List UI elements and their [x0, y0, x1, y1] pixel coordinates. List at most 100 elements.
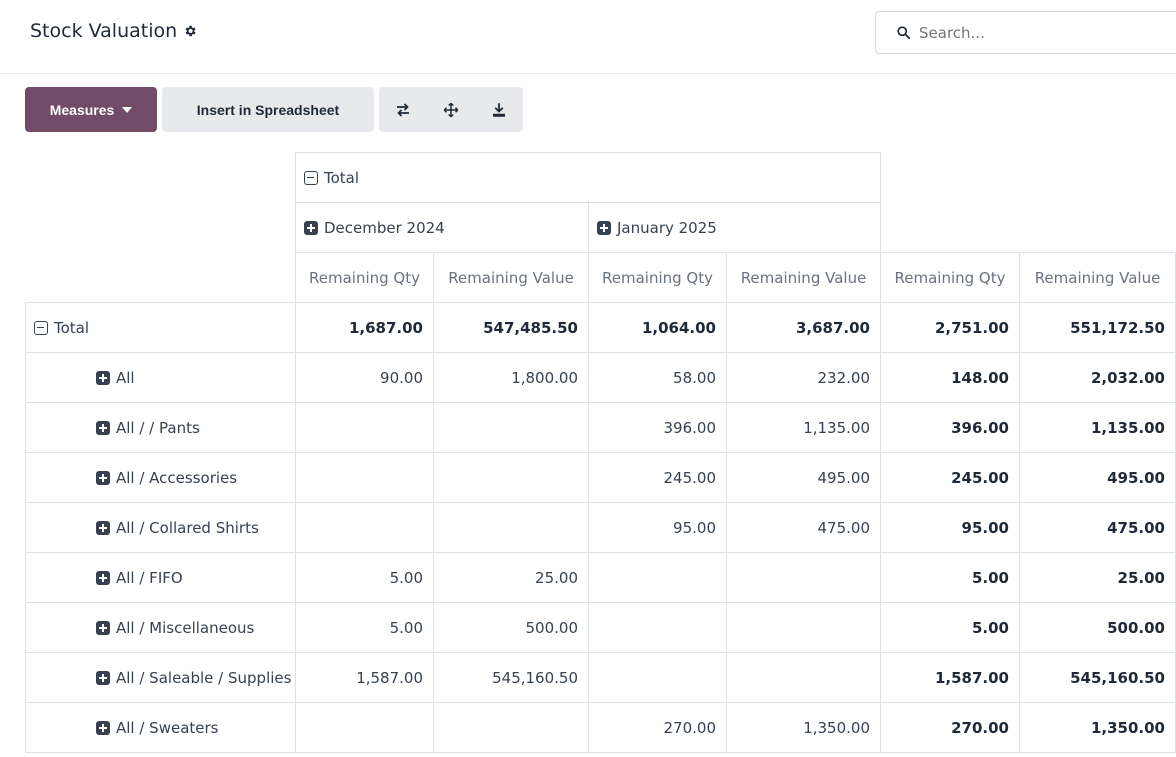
- row-header-label: All / FIFO: [116, 568, 183, 587]
- row-header-label: All / Sweaters: [116, 718, 219, 737]
- collapse-icon: [304, 170, 318, 185]
- expand-icon: [96, 520, 110, 535]
- expand-icon: [96, 420, 110, 435]
- pivot-cell[interactable]: 5.00: [880, 602, 1020, 653]
- pivot-cell[interactable]: 545,160.50: [1019, 652, 1176, 703]
- pivot-cell[interactable]: [295, 702, 434, 753]
- pivot-cell[interactable]: 245.00: [880, 452, 1020, 503]
- pivot-cell[interactable]: 1,800.00: [433, 352, 589, 403]
- pivot-cell[interactable]: 25.00: [1019, 552, 1176, 603]
- measure-header[interactable]: Remaining Qty: [880, 252, 1020, 303]
- search-input[interactable]: [919, 23, 1159, 42]
- col-header-total[interactable]: Total: [295, 152, 881, 203]
- pivot-cell[interactable]: 495.00: [726, 452, 881, 503]
- expand-all-button[interactable]: [427, 87, 475, 132]
- measure-header[interactable]: Remaining Value: [726, 252, 881, 303]
- pivot-cell[interactable]: [433, 402, 589, 453]
- measures-button[interactable]: Measures: [25, 87, 157, 132]
- col-header-december-2024[interactable]: December 2024: [295, 202, 589, 253]
- gear-icon[interactable]: [183, 24, 197, 38]
- download-button[interactable]: [475, 87, 523, 132]
- pivot-cell[interactable]: 396.00: [880, 402, 1020, 453]
- pivot-cell[interactable]: 396.00: [588, 402, 727, 453]
- pivot-cell[interactable]: 2,032.00: [1019, 352, 1176, 403]
- row-header-label: All / / Pants: [116, 418, 200, 437]
- measure-header[interactable]: Remaining Qty: [295, 252, 434, 303]
- pivot-cell[interactable]: 545,160.50: [433, 652, 589, 703]
- pivot-icon-buttons: [379, 87, 523, 132]
- pivot-cell[interactable]: 1,350.00: [726, 702, 881, 753]
- pivot-cell[interactable]: [433, 452, 589, 503]
- measure-header[interactable]: Remaining Qty: [588, 252, 727, 303]
- pivot-cell[interactable]: 1,587.00: [295, 652, 434, 703]
- pivot-cell[interactable]: 1,064.00: [588, 302, 727, 353]
- pivot-cell[interactable]: 232.00: [726, 352, 881, 403]
- pivot-cell[interactable]: 1,135.00: [1019, 402, 1176, 453]
- measure-header[interactable]: Remaining Value: [1019, 252, 1176, 303]
- pivot-cell[interactable]: 475.00: [726, 502, 881, 553]
- pivot-cell[interactable]: [588, 602, 727, 653]
- pivot-cell[interactable]: 270.00: [880, 702, 1020, 753]
- pivot-cell[interactable]: 148.00: [880, 352, 1020, 403]
- pivot-cell[interactable]: 500.00: [433, 602, 589, 653]
- pivot-cell[interactable]: 58.00: [588, 352, 727, 403]
- measure-header[interactable]: Remaining Value: [433, 252, 589, 303]
- row-header[interactable]: All / Accessories: [25, 452, 296, 503]
- pivot-cell[interactable]: [726, 652, 881, 703]
- row-header-total[interactable]: Total: [25, 302, 296, 353]
- row-header-label: All: [116, 368, 135, 387]
- pivot-cell[interactable]: 551,172.50: [1019, 302, 1176, 353]
- row-header-label: Total: [54, 318, 90, 337]
- pivot-cell[interactable]: [295, 452, 434, 503]
- pivot-cell[interactable]: 1,587.00: [880, 652, 1020, 703]
- pivot-cell[interactable]: [433, 702, 589, 753]
- pivot-cell[interactable]: 5.00: [295, 602, 434, 653]
- row-header[interactable]: All: [25, 352, 296, 403]
- search-icon: [897, 26, 910, 39]
- pivot-cell[interactable]: 5.00: [295, 552, 434, 603]
- row-header[interactable]: All / Sweaters: [25, 702, 296, 753]
- pivot-cell[interactable]: [295, 502, 434, 553]
- pivot-cell[interactable]: 270.00: [588, 702, 727, 753]
- expand-icon: [96, 470, 110, 485]
- expand-icon: [96, 720, 110, 735]
- pivot-cell[interactable]: 3,687.00: [726, 302, 881, 353]
- col-header-month-label: December 2024: [324, 218, 445, 237]
- pivot-cell[interactable]: 25.00: [433, 552, 589, 603]
- row-header[interactable]: All / Collared Shirts: [25, 502, 296, 553]
- pivot-cell[interactable]: 2,751.00: [880, 302, 1020, 353]
- pivot-cell[interactable]: 95.00: [880, 502, 1020, 553]
- expand-icon: [96, 570, 110, 585]
- row-header[interactable]: All / Miscellaneous: [25, 602, 296, 653]
- collapse-icon: [34, 320, 48, 335]
- flip-axis-button[interactable]: [379, 87, 427, 132]
- pivot-cell[interactable]: 5.00: [880, 552, 1020, 603]
- expand-icon: [96, 620, 110, 635]
- pivot-cell[interactable]: 90.00: [295, 352, 434, 403]
- pivot-cell[interactable]: 547,485.50: [433, 302, 589, 353]
- pivot-cell[interactable]: 1,687.00: [295, 302, 434, 353]
- page-title-text: Stock Valuation: [30, 20, 178, 42]
- pivot-cell[interactable]: 1,350.00: [1019, 702, 1176, 753]
- pivot-cell[interactable]: [726, 552, 881, 603]
- row-header[interactable]: All / Saleable / Supplies: [25, 652, 296, 703]
- pivot-cell[interactable]: 495.00: [1019, 452, 1176, 503]
- pivot-cell[interactable]: [588, 552, 727, 603]
- row-header-label: All / Saleable / Supplies: [116, 668, 292, 687]
- row-header[interactable]: All / FIFO: [25, 552, 296, 603]
- search-box[interactable]: [875, 11, 1176, 54]
- pivot-cell[interactable]: 95.00: [588, 502, 727, 553]
- pivot-cell[interactable]: 500.00: [1019, 602, 1176, 653]
- pivot-cell[interactable]: [433, 502, 589, 553]
- col-header-january-2025[interactable]: January 2025: [588, 202, 881, 253]
- insert-in-spreadsheet-button[interactable]: Insert in Spreadsheet: [162, 87, 374, 132]
- pivot-cell[interactable]: 245.00: [588, 452, 727, 503]
- pivot-cell[interactable]: [726, 602, 881, 653]
- pivot-cell[interactable]: 1,135.00: [726, 402, 881, 453]
- control-panel: Stock Valuation: [0, 0, 1176, 74]
- row-header[interactable]: All / / Pants: [25, 402, 296, 453]
- pivot-cell[interactable]: [295, 402, 434, 453]
- col-header-month-label: January 2025: [617, 218, 717, 237]
- pivot-cell[interactable]: [588, 652, 727, 703]
- pivot-cell[interactable]: 475.00: [1019, 502, 1176, 553]
